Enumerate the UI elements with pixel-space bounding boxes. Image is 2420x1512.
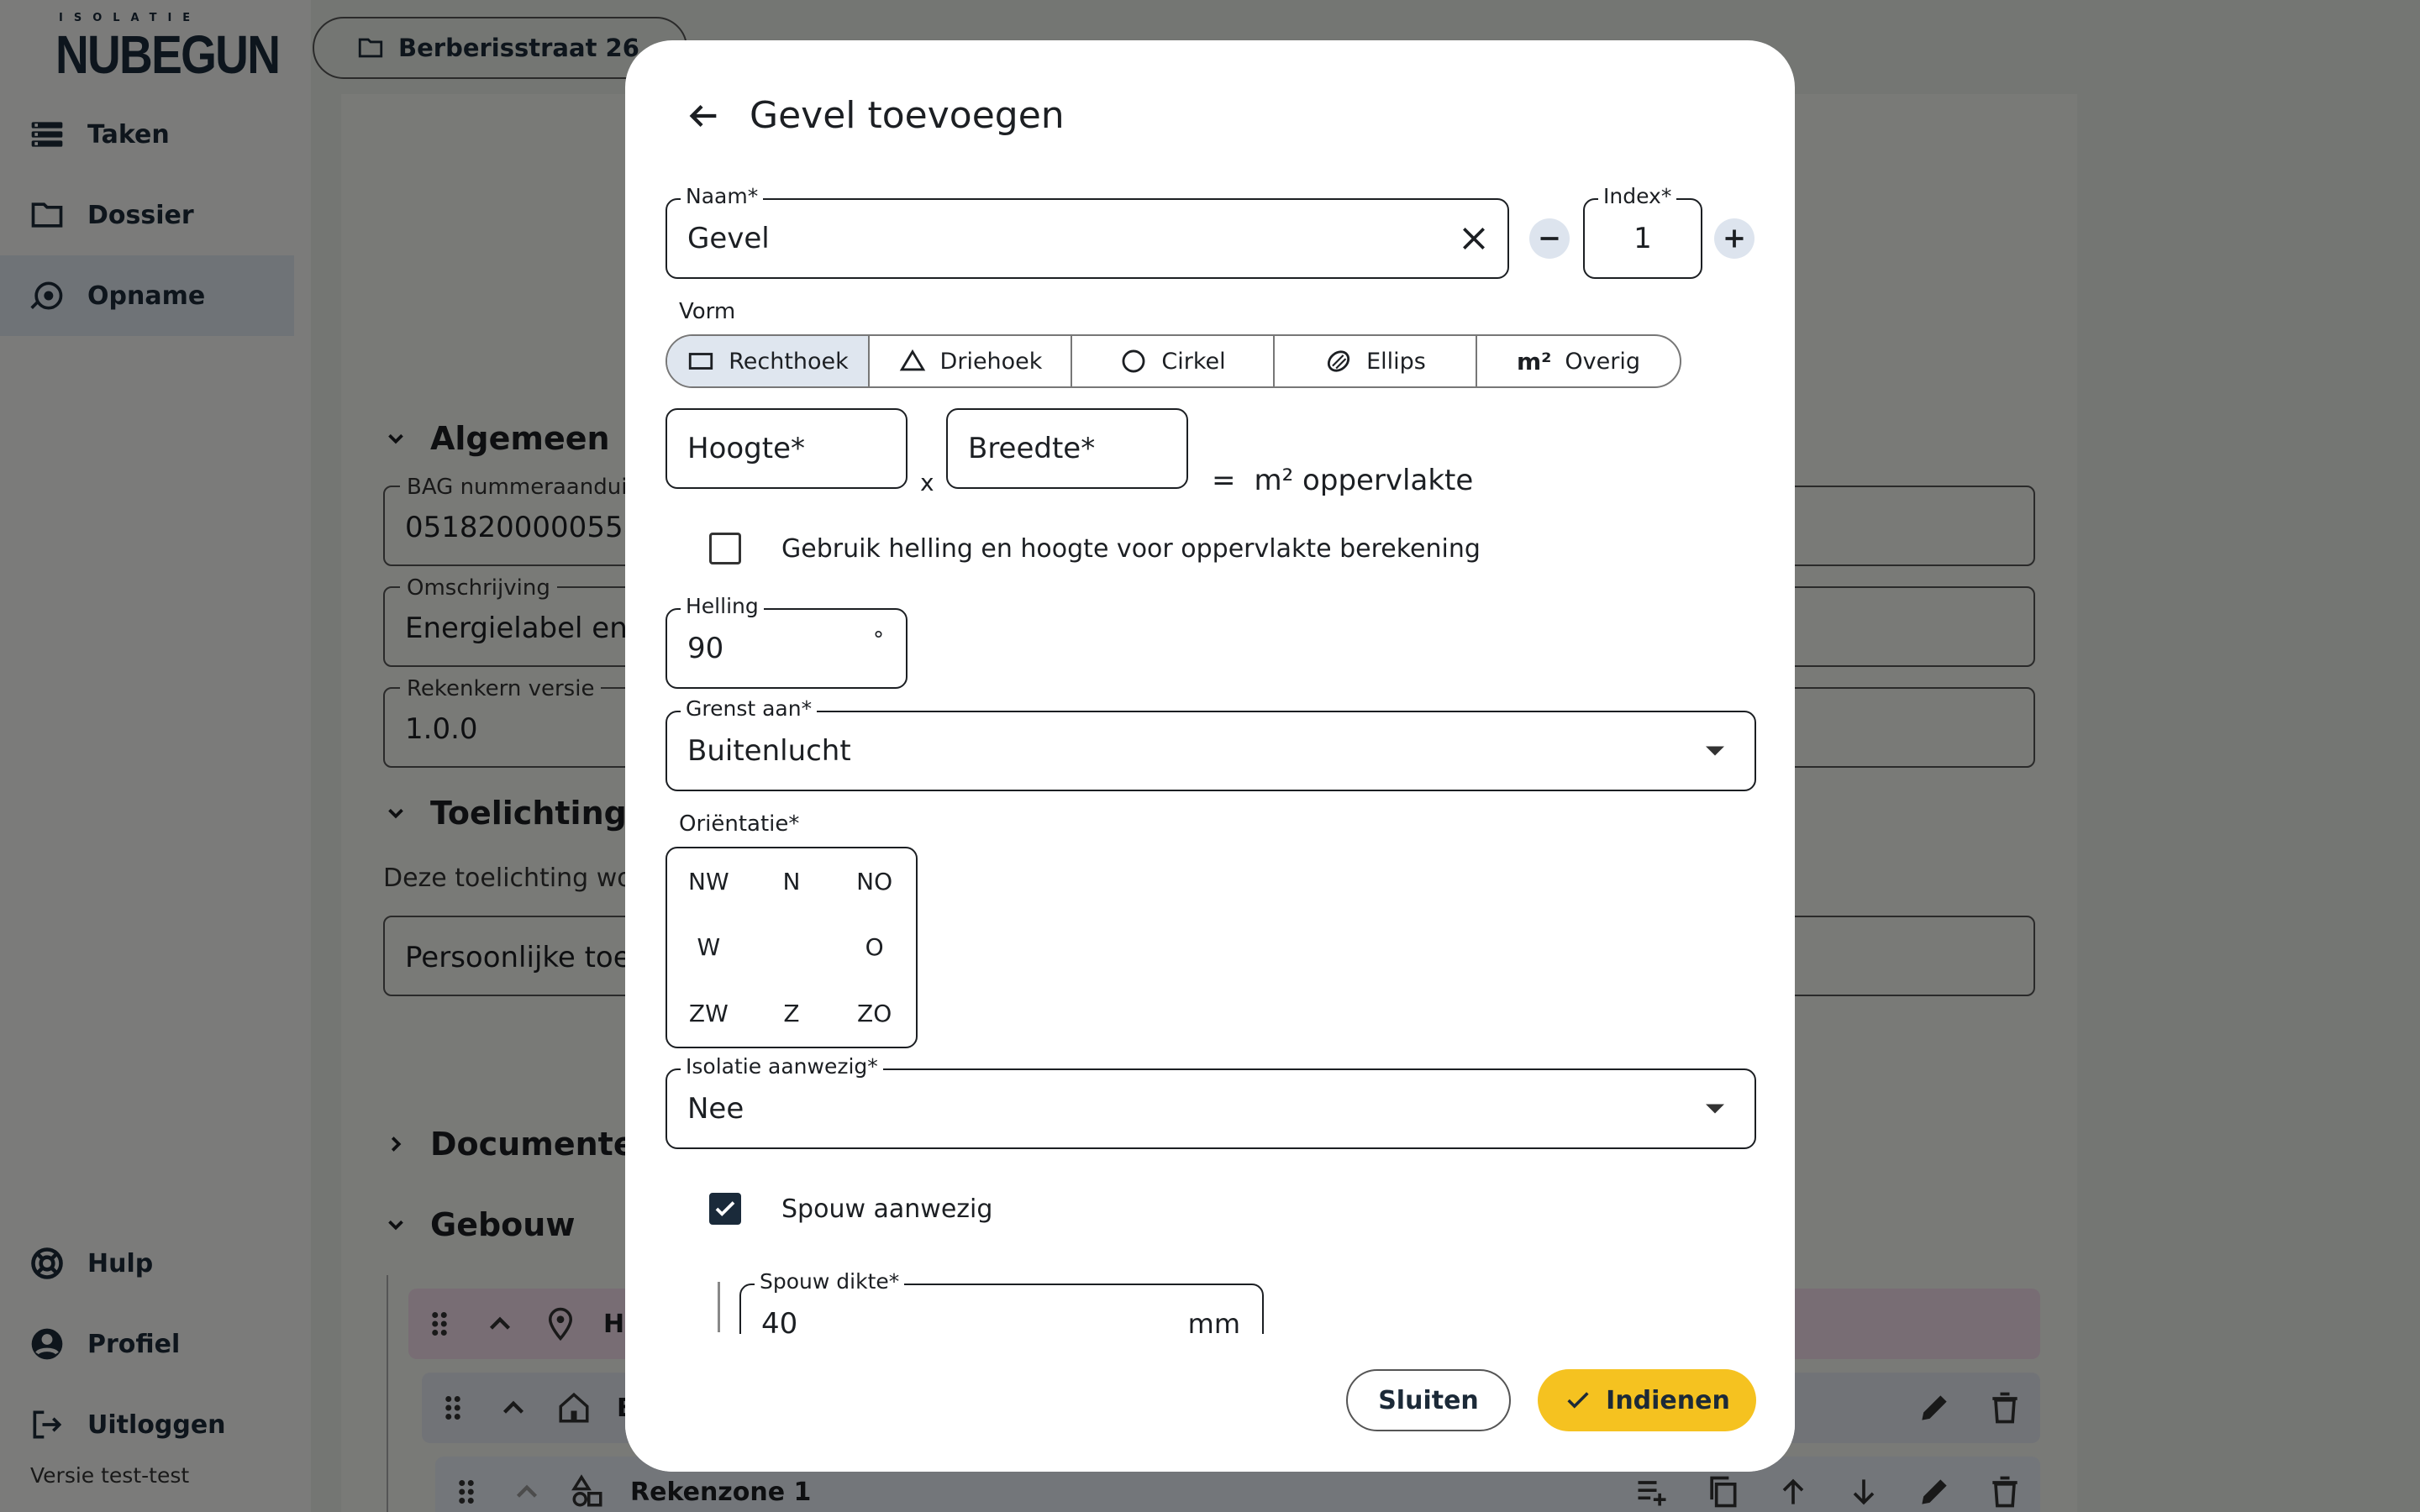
multiply-sign: x [920,469,934,496]
index-decrement-button[interactable] [1529,218,1570,259]
orientatie-z[interactable]: Z [750,980,834,1047]
circle-icon [1122,349,1145,373]
clear-icon[interactable] [1457,222,1491,255]
area-suffix: m² oppervlakte [1254,464,1474,497]
option-label: Cirkel [1161,348,1226,375]
spouw-checkbox[interactable] [709,1193,741,1225]
grenst-value: Buitenlucht [687,734,851,768]
helling-value: 90 [687,632,724,665]
field-label: Naam* [681,184,764,208]
orientatie-center [750,915,834,981]
naam-field[interactable]: Naam* Gevel [666,184,1509,279]
orientatie-label: Oriëntatie* [679,811,800,837]
spouw-checkbox-row[interactable]: Spouw aanwezig [709,1193,992,1225]
equals-sign: = [1212,464,1236,497]
helling-checkbox-row[interactable]: Gebruik helling en hoogte voor oppervlak… [709,533,1481,564]
orientatie-o[interactable]: O [833,915,916,981]
field-label: Spouw dikte* [755,1269,905,1294]
orientatie-zw[interactable]: ZW [667,980,750,1047]
nested-indicator [718,1282,720,1332]
hoogte-field[interactable]: Hoogte* [666,408,908,489]
back-arrow-icon[interactable] [684,97,723,135]
field-label: Helling [681,594,764,618]
vorm-segmented-control: Rechthoek Driehoek Cirkel Ellips m² Over… [666,334,1681,388]
submit-button[interactable]: Indienen [1538,1369,1756,1431]
field-placeholder: Breedte* [968,432,1096,465]
orientatie-w[interactable]: W [667,915,750,981]
field-label: Isolatie aanwezig* [681,1054,883,1079]
orientatie-zo[interactable]: ZO [833,980,916,1047]
plus-icon [1725,229,1744,248]
vorm-option-driehoek[interactable]: Driehoek [870,336,1072,386]
checkbox-label: Spouw aanwezig [781,1194,993,1224]
dropdown-arrow-icon [1706,1104,1724,1114]
index-value: 1 [1634,222,1652,255]
vorm-option-cirkel[interactable]: Cirkel [1072,336,1275,386]
triangle-icon [899,349,925,371]
grenst-aan-select[interactable]: Grenst aan* Buitenlucht [666,696,1756,791]
vorm-option-ellips[interactable]: Ellips [1275,336,1477,386]
orientatie-no[interactable]: NO [833,848,916,915]
check-icon [715,1201,735,1216]
vorm-label: Vorm [679,299,736,324]
helling-field[interactable]: Helling 90 ° [666,594,908,689]
orientatie-picker: NW N NO W O ZW Z ZO [666,847,918,1048]
dialog-header: Gevel toevoegen [684,94,1065,137]
option-label: Overig [1565,348,1641,375]
dropdown-arrow-icon [1706,746,1724,756]
option-label: Ellips [1366,348,1426,375]
button-label: Indienen [1606,1385,1730,1415]
isolatie-select[interactable]: Isolatie aanwezig* Nee [666,1054,1756,1149]
vorm-option-overig[interactable]: m² Overig [1477,336,1680,386]
rectangle-icon [689,353,713,370]
ellipse-icon [1328,350,1350,372]
area-result: = m² oppervlakte [1212,464,1473,497]
option-label: Driehoek [939,348,1043,375]
m2-icon: m² [1516,347,1552,375]
dialog-title: Gevel toevoegen [750,94,1065,137]
orientatie-n[interactable]: N [750,848,834,915]
index-increment-button[interactable] [1714,218,1754,259]
check-icon [1567,1392,1589,1409]
gevel-dialog: Gevel toevoegen Naam* Gevel Index* 1 Vor… [625,40,1795,1472]
field-label: Grenst aan* [681,696,818,721]
field-placeholder: Hoogte* [687,432,806,465]
close-button[interactable]: Sluiten [1346,1369,1511,1431]
naam-value: Gevel [687,222,770,255]
field-label: Index* [1598,184,1677,208]
isolatie-value: Nee [687,1092,744,1126]
minus-icon [1540,237,1559,240]
helling-checkbox[interactable] [709,533,741,564]
option-label: Rechthoek [729,348,849,375]
index-field[interactable]: Index* 1 [1583,184,1702,279]
degree-unit: ° [873,627,884,653]
orientatie-nw[interactable]: NW [667,848,750,915]
vorm-option-rechthoek[interactable]: Rechthoek [667,336,870,386]
checkbox-label: Gebruik helling en hoogte voor oppervlak… [781,533,1481,564]
breedte-field[interactable]: Breedte* [946,408,1188,489]
